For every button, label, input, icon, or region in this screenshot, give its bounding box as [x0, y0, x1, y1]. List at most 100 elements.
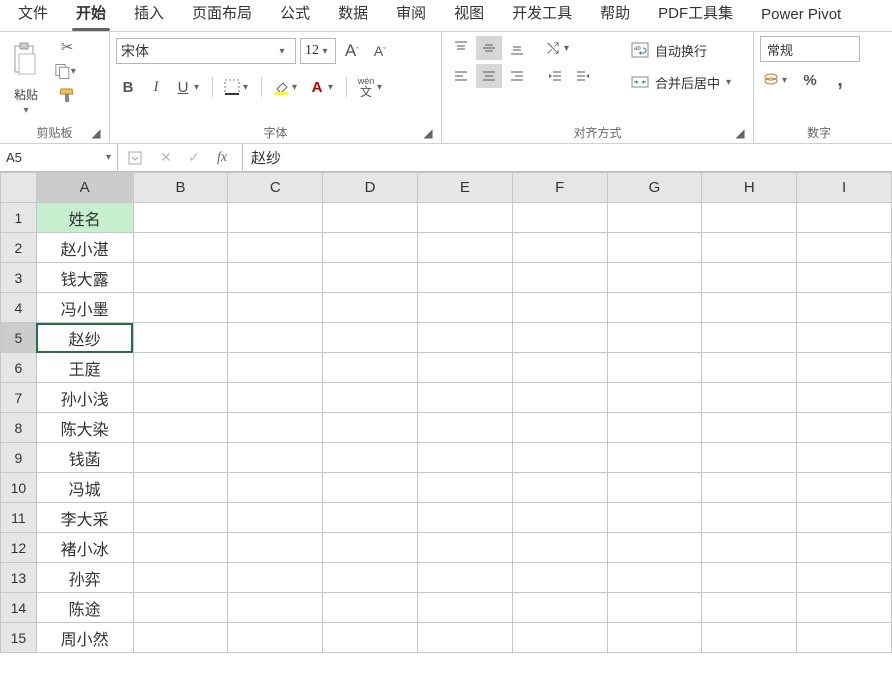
row-header[interactable]: 7 — [1, 383, 37, 413]
cell[interactable]: 孙弈 — [36, 563, 133, 593]
cell[interactable] — [797, 203, 892, 233]
cell[interactable] — [418, 443, 513, 473]
cancel-formula-button[interactable]: ✕ — [156, 149, 176, 166]
cell[interactable] — [228, 443, 323, 473]
accept-formula-button[interactable]: ✓ — [184, 149, 204, 166]
align-top-button[interactable] — [448, 36, 474, 60]
cell[interactable] — [607, 353, 702, 383]
cell[interactable] — [607, 233, 702, 263]
cell[interactable] — [702, 233, 797, 263]
percent-format-button[interactable]: % — [798, 68, 822, 92]
decrease-font-button[interactable]: Aˇ — [368, 39, 392, 63]
tab-Power Pivot[interactable]: Power Pivot — [747, 0, 855, 31]
cell[interactable]: 赵纱 — [36, 323, 133, 353]
cell[interactable] — [418, 473, 513, 503]
cell[interactable] — [797, 293, 892, 323]
row-header[interactable]: 5 — [1, 323, 37, 353]
row-header[interactable]: 13 — [1, 563, 37, 593]
border-button[interactable]: ▾ — [221, 75, 253, 99]
column-header-C[interactable]: C — [228, 173, 323, 203]
cell[interactable] — [702, 473, 797, 503]
cell[interactable] — [702, 323, 797, 353]
increase-indent-button[interactable] — [570, 64, 596, 88]
cell[interactable] — [797, 563, 892, 593]
cell[interactable] — [512, 563, 607, 593]
cell[interactable] — [323, 323, 418, 353]
cell[interactable] — [512, 533, 607, 563]
cell[interactable] — [512, 203, 607, 233]
font-name-select[interactable]: 宋体 ▾ — [116, 38, 296, 64]
cell[interactable] — [512, 263, 607, 293]
cell[interactable] — [512, 353, 607, 383]
cell[interactable] — [512, 383, 607, 413]
column-header-G[interactable]: G — [607, 173, 702, 203]
cell[interactable] — [607, 443, 702, 473]
cell[interactable] — [418, 503, 513, 533]
column-header-B[interactable]: B — [133, 173, 228, 203]
cell[interactable] — [607, 533, 702, 563]
align-middle-button[interactable] — [476, 36, 502, 60]
tab-公式[interactable]: 公式 — [266, 0, 324, 31]
cut-button[interactable]: ✂ — [54, 36, 80, 58]
row-header[interactable]: 11 — [1, 503, 37, 533]
format-painter-button[interactable] — [54, 84, 80, 106]
cell[interactable] — [512, 443, 607, 473]
tab-开始[interactable]: 开始 — [62, 0, 120, 31]
cell[interactable] — [702, 593, 797, 623]
cell[interactable] — [323, 593, 418, 623]
cell[interactable] — [797, 473, 892, 503]
merge-center-button[interactable]: 合并后居中 ▾ — [625, 68, 735, 96]
phonetic-guide-button[interactable]: wén文 ▾ — [355, 75, 387, 99]
cell[interactable] — [702, 533, 797, 563]
cell[interactable] — [133, 353, 228, 383]
cell[interactable] — [512, 593, 607, 623]
cell[interactable]: 冯城 — [36, 473, 133, 503]
cell[interactable]: 钱菡 — [36, 443, 133, 473]
cell[interactable]: 钱大露 — [36, 263, 133, 293]
cell[interactable]: 王庭 — [36, 353, 133, 383]
cell[interactable] — [323, 203, 418, 233]
cell[interactable] — [702, 623, 797, 653]
row-header[interactable]: 1 — [1, 203, 37, 233]
decrease-indent-button[interactable] — [542, 64, 568, 88]
spreadsheet-grid[interactable]: ABCDEFGHI 1姓名2赵小湛3钱大露4冯小墨5赵纱6王庭7孙小浅8陈大染9… — [0, 172, 892, 653]
cell[interactable] — [512, 233, 607, 263]
column-header-E[interactable]: E — [418, 173, 513, 203]
cell[interactable] — [702, 563, 797, 593]
cell[interactable] — [228, 323, 323, 353]
cell[interactable] — [797, 413, 892, 443]
cell[interactable]: 陈大染 — [36, 413, 133, 443]
italic-button[interactable]: I — [144, 75, 168, 99]
cell[interactable] — [133, 503, 228, 533]
cell[interactable]: 褚小冰 — [36, 533, 133, 563]
cell[interactable] — [133, 383, 228, 413]
cell[interactable] — [797, 593, 892, 623]
select-all-corner[interactable] — [1, 173, 37, 203]
cell[interactable] — [512, 623, 607, 653]
cell[interactable]: 李大采 — [36, 503, 133, 533]
cell[interactable] — [418, 383, 513, 413]
cell[interactable] — [133, 263, 228, 293]
cell[interactable] — [228, 563, 323, 593]
cell[interactable] — [797, 383, 892, 413]
align-right-button[interactable] — [504, 64, 530, 88]
cell[interactable] — [797, 353, 892, 383]
linked-dropdown-icon[interactable] — [128, 151, 148, 165]
cell[interactable] — [797, 263, 892, 293]
cell[interactable] — [418, 623, 513, 653]
bold-button[interactable]: B — [116, 75, 140, 99]
increase-font-button[interactable]: Aˆ — [340, 39, 364, 63]
cell[interactable] — [607, 563, 702, 593]
formula-input[interactable]: 赵纱 — [243, 144, 892, 171]
cell[interactable] — [323, 353, 418, 383]
cell[interactable] — [702, 203, 797, 233]
row-header[interactable]: 12 — [1, 533, 37, 563]
cell[interactable] — [607, 623, 702, 653]
cell[interactable] — [228, 533, 323, 563]
copy-button[interactable]: ▾ — [54, 60, 80, 82]
cell[interactable]: 周小然 — [36, 623, 133, 653]
cell[interactable] — [607, 203, 702, 233]
cell[interactable] — [702, 383, 797, 413]
cell[interactable]: 冯小墨 — [36, 293, 133, 323]
cell[interactable] — [228, 293, 323, 323]
